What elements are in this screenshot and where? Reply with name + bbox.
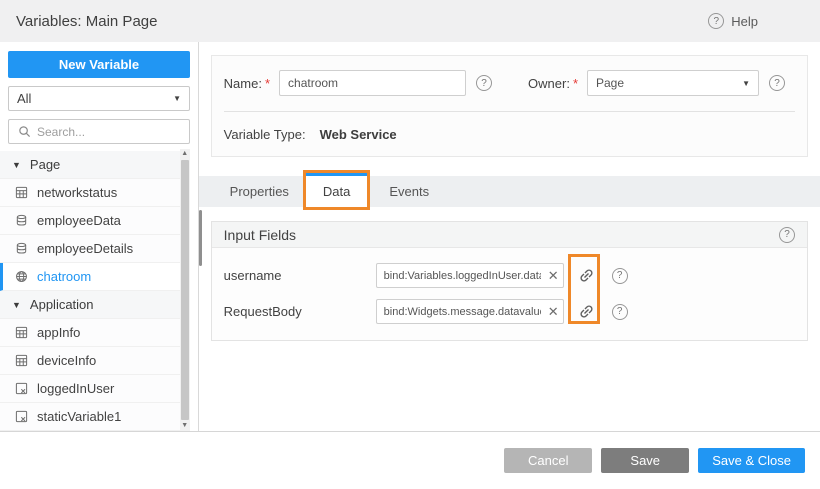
- variables-dialog: Variables: Main Page ? Help New Variable…: [0, 0, 820, 489]
- clear-binding-icon[interactable]: ✕: [548, 303, 559, 320]
- divider: [224, 111, 795, 112]
- collapse-arrow-icon: ▼: [12, 160, 21, 170]
- field-help-icon[interactable]: ?: [612, 268, 628, 284]
- dialog-body: New Variable All ▼ ▼ Page: [0, 42, 820, 431]
- static-variable-icon: [14, 382, 28, 396]
- requestbody-bind-input[interactable]: [376, 299, 564, 324]
- variable-filter-select[interactable]: All ▼: [8, 86, 190, 111]
- chevron-down-icon: ▼: [173, 94, 181, 103]
- tree-item-chatroom[interactable]: chatroom: [0, 263, 185, 291]
- sidebar-scrollbar[interactable]: ▲ ▼: [180, 149, 190, 431]
- filter-selected-value: All: [17, 91, 31, 106]
- field-label: username: [224, 268, 376, 283]
- new-variable-button[interactable]: New Variable: [8, 51, 190, 78]
- tree-item-label: chatroom: [37, 269, 91, 284]
- owner-label: Owner:*: [528, 76, 578, 91]
- required-asterisk: *: [265, 76, 270, 91]
- collapse-arrow-icon: ▼: [12, 300, 21, 310]
- bind-link-icon[interactable]: [577, 263, 597, 288]
- tree-group-application[interactable]: ▼ Application: [0, 291, 185, 319]
- help-label: Help: [731, 14, 758, 29]
- database-icon: [14, 242, 28, 256]
- help-link[interactable]: ? Help: [708, 13, 758, 29]
- tree-item-appinfo[interactable]: appInfo: [0, 319, 185, 347]
- owner-select[interactable]: Page ▼: [587, 70, 759, 96]
- tree-item-label: employeeData: [37, 213, 121, 228]
- input-fields-title: Input Fields: [224, 227, 296, 243]
- owner-selected-value: Page: [596, 76, 624, 90]
- globe-icon: [14, 270, 28, 284]
- variable-detail-panel: Name:* ? Owner:* Page ▼ ? Variable Type:…: [199, 42, 820, 431]
- tree-group-label: Page: [30, 157, 60, 172]
- owner-help-icon[interactable]: ?: [769, 75, 785, 91]
- bind-expression-wrap: ✕: [376, 263, 564, 288]
- tab-events[interactable]: Events: [372, 176, 446, 207]
- tree-item-label: employeeDetails: [37, 241, 133, 256]
- chevron-down-icon: ▼: [742, 79, 750, 88]
- tree-item-deviceinfo[interactable]: deviceInfo: [0, 347, 185, 375]
- tree-item-label: loggedInUser: [37, 381, 114, 396]
- field-label: RequestBody: [224, 304, 376, 319]
- bind-link-icon[interactable]: [577, 299, 597, 324]
- bind-expression-wrap: ✕: [376, 299, 564, 324]
- device-variable-icon: [14, 326, 28, 340]
- tree-item-label: deviceInfo: [37, 353, 96, 368]
- input-field-row-username: username ✕ ?: [224, 263, 795, 288]
- scroll-down-icon[interactable]: ▼: [181, 421, 188, 431]
- tree-item-networkstatus[interactable]: networkstatus: [0, 179, 185, 207]
- search-input[interactable]: [37, 125, 181, 139]
- name-label: Name:*: [224, 76, 270, 91]
- field-help-icon[interactable]: ?: [612, 304, 628, 320]
- tree-item-loggedinuser[interactable]: loggedInUser: [0, 375, 185, 403]
- search-box[interactable]: [8, 119, 190, 144]
- device-variable-icon: [14, 354, 28, 368]
- tab-data[interactable]: Data: [306, 173, 367, 207]
- input-fields-section: Input Fields ? username ✕ ?: [211, 221, 808, 341]
- database-icon: [14, 214, 28, 228]
- tab-properties[interactable]: Properties: [213, 176, 306, 207]
- variables-tree: ▼ Page networkstatus employeeData: [0, 151, 185, 431]
- save-button[interactable]: Save: [601, 448, 689, 473]
- dialog-footer: Cancel Save Save & Close: [0, 431, 820, 489]
- tree-group-label: Application: [30, 297, 94, 312]
- tree-item-staticvariable1[interactable]: staticVariable1: [0, 403, 185, 431]
- help-icon: ?: [708, 13, 724, 29]
- tree-group-page[interactable]: ▼ Page: [0, 151, 185, 179]
- main-scrollbar[interactable]: [199, 210, 202, 266]
- tree-item-label: staticVariable1: [37, 409, 121, 424]
- page-title: Variables: Main Page: [16, 13, 157, 30]
- name-input[interactable]: [279, 70, 466, 96]
- input-field-row-requestbody: RequestBody ✕ ?: [224, 299, 795, 324]
- required-asterisk: *: [573, 76, 578, 91]
- dialog-header: Variables: Main Page ? Help: [0, 0, 820, 42]
- scrollbar-thumb[interactable]: [181, 160, 189, 420]
- clear-binding-icon[interactable]: ✕: [548, 267, 559, 284]
- tree-item-employeedata[interactable]: employeeData: [0, 207, 185, 235]
- save-and-close-button[interactable]: Save & Close: [698, 448, 805, 473]
- tree-item-label: networkstatus: [37, 185, 117, 200]
- variable-type-value: Web Service: [320, 127, 397, 142]
- tab-bar: Properties Data Events: [199, 176, 820, 207]
- variables-sidebar: New Variable All ▼ ▼ Page: [0, 42, 199, 431]
- tree-item-label: appInfo: [37, 325, 80, 340]
- scroll-up-icon[interactable]: ▲: [181, 149, 188, 159]
- search-icon: [17, 125, 31, 139]
- name-help-icon[interactable]: ?: [476, 75, 492, 91]
- cancel-button[interactable]: Cancel: [504, 448, 592, 473]
- username-bind-input[interactable]: [376, 263, 564, 288]
- static-variable-icon: [14, 410, 28, 424]
- variable-type-label: Variable Type:: [224, 127, 306, 142]
- input-fields-help-icon[interactable]: ?: [779, 227, 795, 243]
- device-variable-icon: [14, 186, 28, 200]
- tree-item-employeedetails[interactable]: employeeDetails: [0, 235, 185, 263]
- variable-summary-card: Name:* ? Owner:* Page ▼ ? Variable Type:…: [211, 55, 808, 157]
